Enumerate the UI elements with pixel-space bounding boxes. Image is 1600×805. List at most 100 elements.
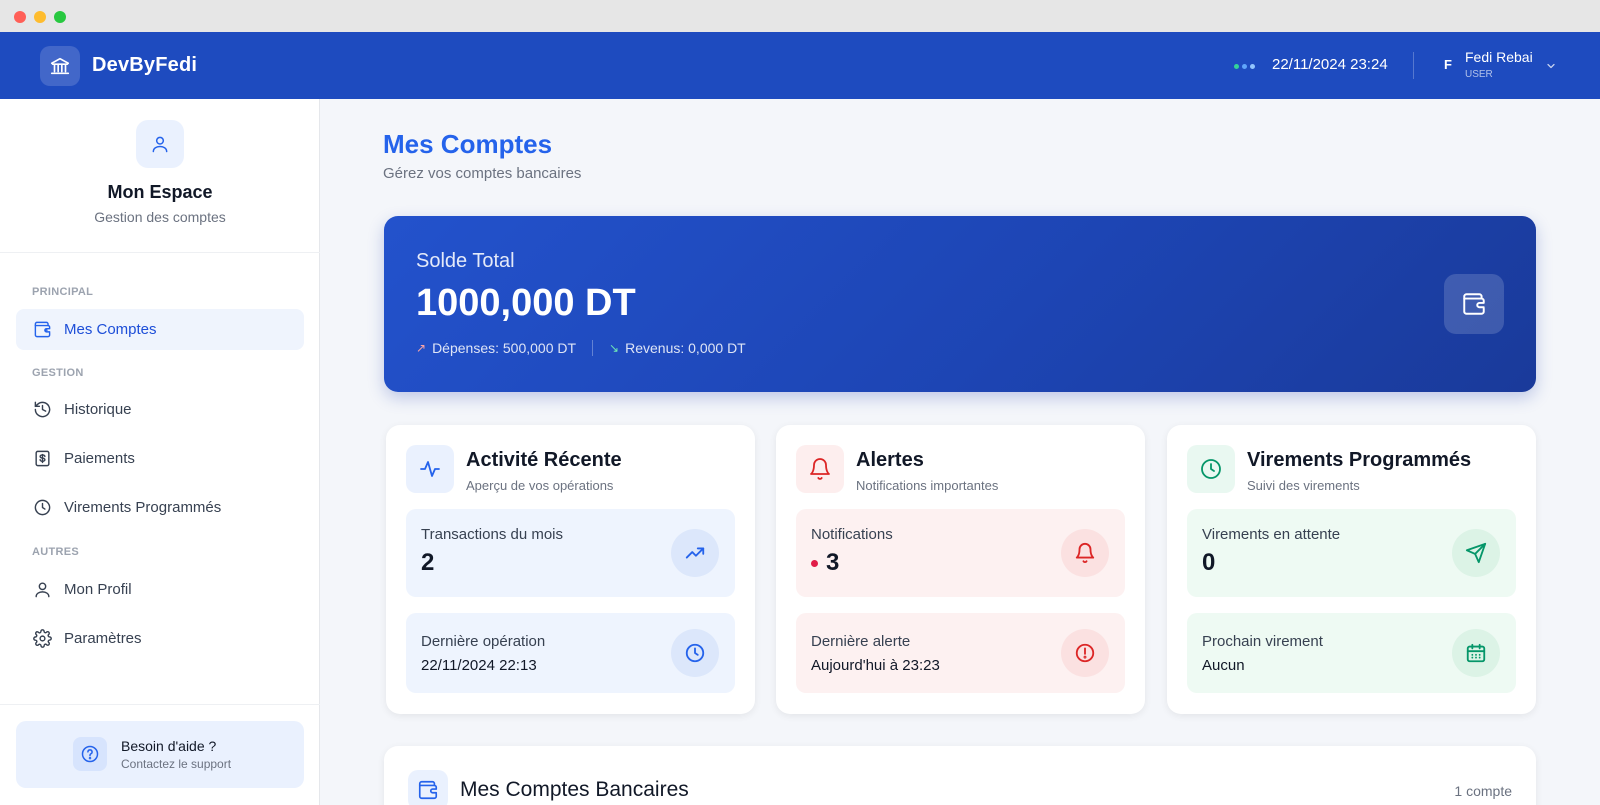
tile-value: 2 xyxy=(421,549,435,576)
tile-value: 3 xyxy=(826,549,840,576)
page-title: Mes Comptes xyxy=(383,129,553,159)
clock-icon xyxy=(32,498,52,518)
recent-activity-card: Activité Récente Aperçu de vos opération… xyxy=(386,425,755,714)
tile-label: Dernière opération xyxy=(421,633,546,650)
window-maximize-button[interactable] xyxy=(54,11,66,23)
sidebar: Mon Espace Gestion des comptes PRINCIPAL… xyxy=(0,99,320,805)
card-subtitle: Suivi des virements xyxy=(1247,478,1360,493)
tile-value: Aujourd'hui à 23:23 xyxy=(811,657,940,674)
status-dot xyxy=(1242,64,1247,69)
stats-divider xyxy=(592,340,594,356)
last-operation-tile: Dernière opération 22/11/2024 22:13 xyxy=(406,613,735,693)
expenses-value: Dépenses: 500,000 DT xyxy=(432,340,577,356)
section-title: Mes Comptes Bancaires xyxy=(460,778,689,801)
tile-label: Transactions du mois xyxy=(421,526,564,543)
user-role: USER xyxy=(1465,69,1493,80)
tile-value: Aucun xyxy=(1202,657,1245,674)
send-icon xyxy=(1452,529,1500,577)
page-subtitle: Gérez vos comptes bancaires xyxy=(383,165,582,182)
monthly-transactions-tile: Transactions du mois 2 xyxy=(406,509,735,597)
last-alert-tile: Dernière alerte Aujourd'hui à 23:23 xyxy=(796,613,1125,693)
unread-dot xyxy=(811,559,818,567)
activity-icon xyxy=(406,445,454,493)
account-count: 1 compte xyxy=(1454,783,1512,799)
sidebar-item-label: Mon Profil xyxy=(64,581,132,598)
wallet-icon xyxy=(408,770,448,805)
sidebar-item-label: Historique xyxy=(64,401,132,418)
current-datetime: 22/11/2024 23:24 xyxy=(1272,56,1388,73)
card-title: Virements Programmés xyxy=(1247,449,1472,471)
tile-label: Notifications xyxy=(811,526,893,543)
window-titlebar xyxy=(0,0,1600,32)
sidebar-divider xyxy=(0,704,320,705)
nav-section-gestion: GESTION xyxy=(32,367,84,379)
trending-up-icon xyxy=(671,529,719,577)
tile-label: Virements en attente xyxy=(1202,526,1341,543)
sidebar-item-virements-programmes[interactable]: Virements Programmés xyxy=(16,487,304,528)
bank-logo-icon[interactable] xyxy=(40,46,80,86)
user-icon xyxy=(32,580,52,600)
brand-name[interactable]: DevByFedi xyxy=(92,54,197,77)
nav-section-autres: AUTRES xyxy=(32,546,80,558)
scheduled-transfers-card: Virements Programmés Suivi des virements… xyxy=(1167,425,1536,714)
sidebar-title: Mon Espace xyxy=(107,182,213,202)
tile-value: 22/11/2024 22:13 xyxy=(421,657,537,674)
arrow-up-right-icon: ↗ xyxy=(416,341,427,355)
chevron-down-icon[interactable] xyxy=(1545,59,1557,77)
receipt-icon xyxy=(32,449,52,469)
sidebar-item-mon-profil[interactable]: Mon Profil xyxy=(16,569,304,610)
card-title: Alertes xyxy=(856,449,924,471)
history-icon xyxy=(32,400,52,420)
arrow-down-right-icon: ↘ xyxy=(609,341,620,355)
bell-icon xyxy=(796,445,844,493)
sidebar-item-parametres[interactable]: Paramètres xyxy=(16,618,304,659)
total-balance-card: Solde Total 1000,000 DT ↗ Dépenses: 500,… xyxy=(384,216,1536,392)
sidebar-subtitle: Gestion des comptes xyxy=(94,209,226,225)
user-name[interactable]: Fedi Rebai xyxy=(1465,49,1533,65)
sidebar-item-label: Paramètres xyxy=(64,630,142,647)
calendar-icon xyxy=(1452,629,1500,677)
income-value: Revenus: 0,000 DT xyxy=(625,340,746,356)
status-dot xyxy=(1250,64,1255,69)
help-title: Besoin d'aide ? xyxy=(121,738,217,754)
card-subtitle: Aperçu de vos opérations xyxy=(466,478,614,493)
balance-label: Solde Total xyxy=(416,250,515,272)
bell-icon xyxy=(1061,529,1109,577)
sidebar-item-label: Mes Comptes xyxy=(64,321,157,338)
sidebar-divider xyxy=(0,252,320,253)
sidebar-item-historique[interactable]: Historique xyxy=(16,389,304,430)
notifications-count: 3 xyxy=(811,549,839,577)
help-circle-icon xyxy=(73,737,107,771)
wallet-icon xyxy=(1444,274,1504,334)
sidebar-item-label: Paiements xyxy=(64,450,135,467)
user-avatar[interactable]: F xyxy=(1444,57,1452,72)
bank-accounts-section: Mes Comptes Bancaires 1 compte xyxy=(384,746,1536,805)
notifications-tile: Notifications 3 xyxy=(796,509,1125,597)
nav-section-principal: PRINCIPAL xyxy=(32,286,94,298)
help-support-card[interactable]: Besoin d'aide ? Contactez le support xyxy=(16,721,304,788)
card-title: Activité Récente xyxy=(466,449,622,471)
sidebar-item-paiements[interactable]: Paiements xyxy=(16,438,304,479)
wallet-icon xyxy=(32,320,52,340)
clock-icon xyxy=(671,629,719,677)
tile-label: Prochain virement xyxy=(1202,633,1323,650)
window-close-button[interactable] xyxy=(14,11,26,23)
connection-status-indicator xyxy=(1234,64,1255,69)
sidebar-item-mes-comptes[interactable]: Mes Comptes xyxy=(16,309,304,350)
balance-stats: ↗ Dépenses: 500,000 DT ↘ Revenus: 0,000 … xyxy=(416,340,746,356)
top-navbar: DevByFedi 22/11/2024 23:24 F Fedi Rebai … xyxy=(0,32,1600,99)
window-minimize-button[interactable] xyxy=(34,11,46,23)
help-subtitle: Contactez le support xyxy=(121,757,232,771)
pending-transfers-tile: Virements en attente 0 xyxy=(1187,509,1516,597)
alerts-card: Alertes Notifications importantes Notifi… xyxy=(776,425,1145,714)
sidebar-item-label: Virements Programmés xyxy=(64,499,222,516)
status-dot xyxy=(1234,64,1239,69)
tile-value: 0 xyxy=(1202,549,1216,576)
card-subtitle: Notifications importantes xyxy=(856,478,999,493)
clock-icon xyxy=(1187,445,1235,493)
gear-icon xyxy=(32,629,52,649)
tile-label: Dernière alerte xyxy=(811,633,911,650)
balance-amount: 1000,000 DT xyxy=(416,282,636,324)
header-divider xyxy=(1413,52,1414,79)
user-icon xyxy=(136,120,184,168)
